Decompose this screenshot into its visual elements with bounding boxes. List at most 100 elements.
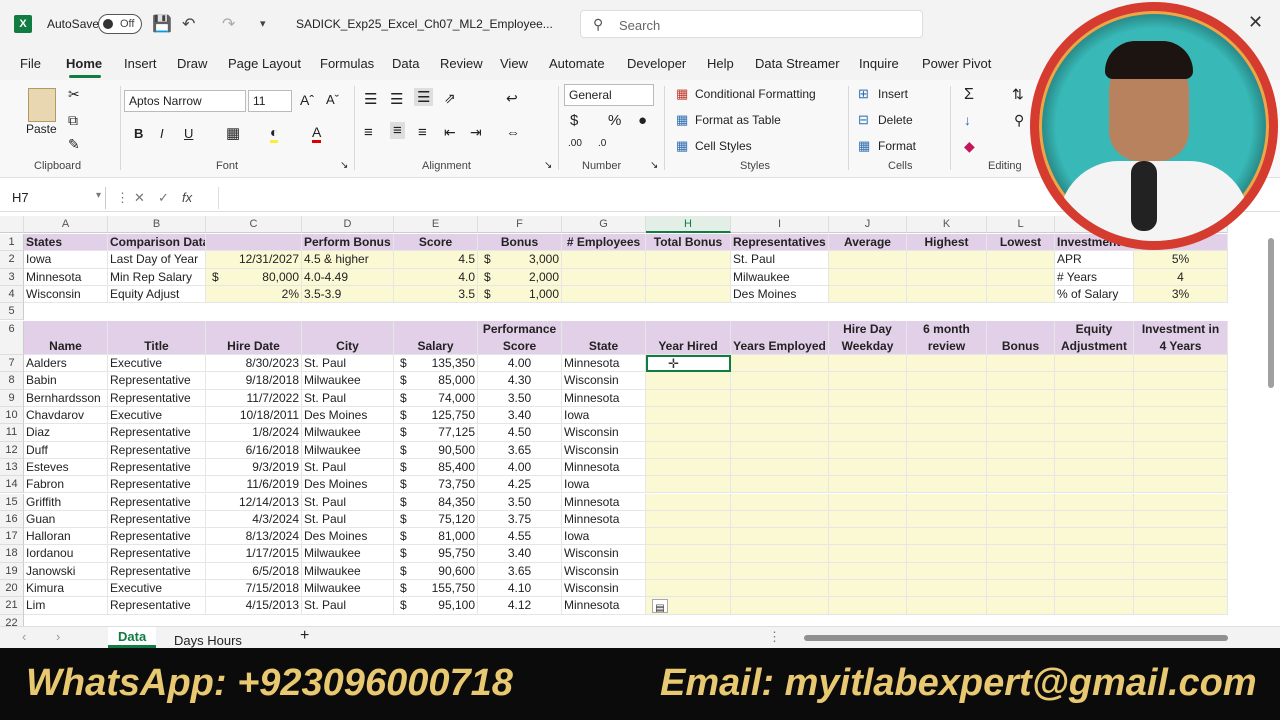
- column-header-f[interactable]: F: [478, 216, 562, 233]
- conditional-formatting-button[interactable]: Conditional Formatting: [695, 87, 816, 101]
- tab-draw[interactable]: Draw: [177, 56, 207, 71]
- format-as-table-button[interactable]: Format as Table: [695, 113, 781, 127]
- italic-icon[interactable]: I: [160, 126, 164, 141]
- font-name-select[interactable]: Aptos Narrow: [124, 90, 246, 112]
- select-all-corner[interactable]: [0, 216, 24, 233]
- decrease-indent-icon[interactable]: ⇤: [444, 124, 456, 141]
- add-sheet-icon[interactable]: +: [300, 627, 309, 645]
- find-select-icon[interactable]: ⚲: [1014, 112, 1024, 129]
- confirm-entry-icon[interactable]: ✓: [158, 190, 169, 206]
- row-header-22[interactable]: 22: [0, 614, 24, 626]
- fill-color-icon[interactable]: ◐: [270, 124, 279, 143]
- row-header-20[interactable]: 20: [0, 580, 24, 598]
- orientation-icon[interactable]: ⇗: [444, 90, 456, 107]
- worksheet-grid[interactable]: ABCDEFGHIJKLMN12345678910111213141516171…: [0, 216, 1280, 626]
- wrap-text-icon[interactable]: ↩: [506, 90, 518, 107]
- row-header-15[interactable]: 15: [0, 493, 24, 511]
- selected-cell-h7[interactable]: ✛: [646, 355, 731, 373]
- close-icon[interactable]: ✕: [1248, 12, 1263, 33]
- row-header-6[interactable]: 6: [0, 320, 24, 356]
- save-icon[interactable]: 💾: [152, 14, 172, 34]
- vertical-scrollbar[interactable]: [1266, 232, 1276, 622]
- row-header-1[interactable]: 1: [0, 234, 24, 252]
- number-dialog-launcher-icon[interactable]: ↘: [650, 160, 658, 171]
- scroll-thumb[interactable]: [1268, 238, 1274, 388]
- increase-font-icon[interactable]: Aˆ: [300, 92, 314, 108]
- column-header-d[interactable]: D: [302, 216, 394, 233]
- tab-home[interactable]: Home: [66, 56, 102, 71]
- tab-formulas[interactable]: Formulas: [320, 56, 374, 71]
- autosum-icon[interactable]: Σ: [964, 86, 974, 104]
- row-header-12[interactable]: 12: [0, 441, 24, 459]
- row-header-19[interactable]: 19: [0, 562, 24, 580]
- row-header-17[interactable]: 17: [0, 528, 24, 546]
- row-header-4[interactable]: 4: [0, 285, 24, 304]
- align-top-icon[interactable]: ☰: [364, 90, 377, 108]
- format-painter-icon[interactable]: ✎: [68, 136, 80, 153]
- name-box[interactable]: H7: [6, 187, 106, 209]
- row-header-9[interactable]: 9: [0, 389, 24, 407]
- tab-power-pivot[interactable]: Power Pivot: [922, 56, 991, 71]
- cancel-entry-icon[interactable]: ✕: [134, 190, 145, 206]
- more-sheets-icon[interactable]: ⋮: [768, 629, 781, 645]
- search-box[interactable]: ⚲ Search: [580, 10, 923, 38]
- sheet-tab-data[interactable]: Data: [108, 627, 157, 648]
- align-left-icon[interactable]: ≡: [364, 124, 373, 141]
- tab-file[interactable]: File: [20, 56, 41, 71]
- row-header-16[interactable]: 16: [0, 510, 24, 529]
- row-header-11[interactable]: 11: [0, 424, 24, 442]
- horizontal-scrollbar[interactable]: [794, 635, 1256, 641]
- customize-toolbar-icon[interactable]: ▾: [260, 17, 266, 30]
- sheet-tab-days-hours[interactable]: Days Hours: [174, 633, 242, 648]
- file-name[interactable]: SADICK_Exp25_Excel_Ch07_ML2_Employee...: [296, 17, 553, 31]
- percent-style-icon[interactable]: %: [608, 112, 621, 129]
- row-header-3[interactable]: 3: [0, 268, 24, 286]
- sort-filter-icon[interactable]: ⇅: [1012, 86, 1024, 103]
- column-header-k[interactable]: K: [907, 216, 987, 233]
- font-size-select[interactable]: 11: [248, 90, 292, 112]
- tab-review[interactable]: Review: [440, 56, 483, 71]
- paste-icon[interactable]: [28, 88, 56, 122]
- bold-icon[interactable]: B: [134, 126, 143, 141]
- cell-styles-button[interactable]: Cell Styles: [695, 139, 752, 153]
- column-header-e[interactable]: E: [394, 216, 478, 233]
- column-header-h[interactable]: H: [646, 216, 731, 233]
- row-header-18[interactable]: 18: [0, 545, 24, 563]
- decrease-font-icon[interactable]: Aˇ: [326, 92, 339, 107]
- quick-analysis-icon[interactable]: ▤: [652, 599, 668, 614]
- paste-button[interactable]: Paste: [26, 122, 57, 136]
- font-dialog-launcher-icon[interactable]: ↘: [340, 160, 348, 171]
- fill-icon[interactable]: ↓: [964, 112, 971, 128]
- tab-automate[interactable]: Automate: [549, 56, 605, 71]
- column-header-c[interactable]: C: [206, 216, 302, 233]
- cut-icon[interactable]: ✂: [68, 86, 80, 103]
- prev-sheet-icon[interactable]: ‹: [22, 629, 26, 644]
- tab-view[interactable]: View: [500, 56, 528, 71]
- row-header-8[interactable]: 8: [0, 372, 24, 390]
- row-header-2[interactable]: 2: [0, 251, 24, 269]
- borders-icon[interactable]: ▦: [226, 124, 240, 142]
- format-cells-button[interactable]: Format: [878, 139, 916, 153]
- align-bottom-icon[interactable]: ☰: [414, 88, 434, 106]
- column-header-b[interactable]: B: [108, 216, 206, 233]
- font-color-icon[interactable]: A: [312, 124, 322, 143]
- tab-data-streamer[interactable]: Data Streamer: [755, 56, 840, 71]
- next-sheet-icon[interactable]: ›: [56, 629, 60, 644]
- h-scroll-thumb[interactable]: [804, 635, 1228, 641]
- accounting-format-icon[interactable]: $: [570, 112, 578, 129]
- column-header-a[interactable]: A: [24, 216, 108, 233]
- column-header-l[interactable]: L: [987, 216, 1055, 233]
- decrease-decimal-icon[interactable]: .0: [598, 138, 606, 149]
- increase-decimal-icon[interactable]: .00: [568, 138, 582, 149]
- row-header-5[interactable]: 5: [0, 303, 24, 321]
- align-center-icon[interactable]: ≡: [390, 122, 405, 139]
- number-format-select[interactable]: General: [564, 84, 654, 106]
- merge-center-icon[interactable]: ⇔: [506, 124, 520, 140]
- column-header-j[interactable]: J: [829, 216, 907, 233]
- tab-page-layout[interactable]: Page Layout: [228, 56, 301, 71]
- increase-indent-icon[interactable]: ⇥: [470, 124, 482, 141]
- copy-icon[interactable]: ⧉: [68, 112, 78, 129]
- insert-function-icon[interactable]: fx: [182, 190, 192, 205]
- underline-icon[interactable]: U: [184, 126, 193, 141]
- tab-help[interactable]: Help: [707, 56, 734, 71]
